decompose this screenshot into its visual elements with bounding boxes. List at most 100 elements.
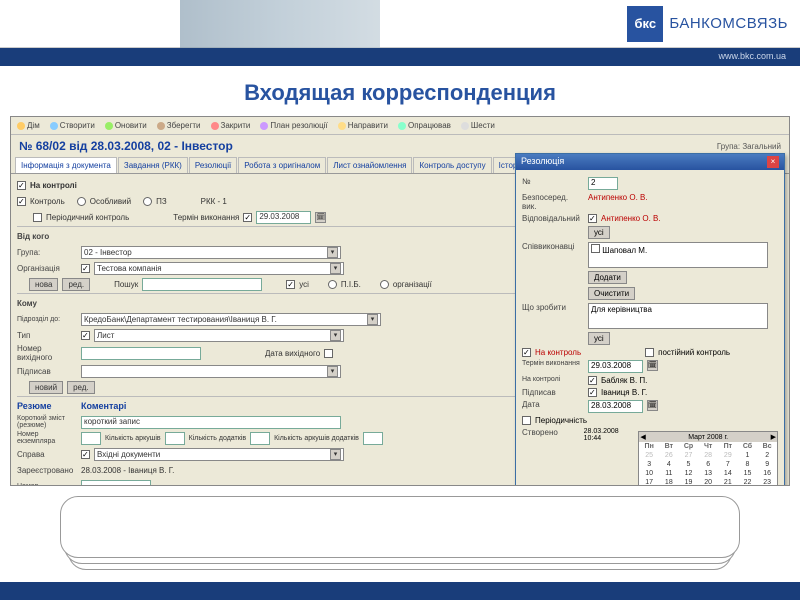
val-stvoreno: 28.03.2008 10:44	[584, 428, 635, 442]
lbl-pib: П.І.Б.	[341, 280, 361, 289]
dd-pidrozdily[interactable]: КредоБанк\Департамент тестирования\Івани…	[81, 313, 381, 326]
chk-periodic[interactable]	[33, 213, 42, 222]
tab-info[interactable]: Інформація з документа	[15, 157, 117, 173]
tool-six[interactable]: Шести	[461, 121, 495, 130]
cal-next[interactable]: ▶	[771, 433, 776, 441]
dlbl-no: №	[522, 177, 584, 186]
btn-usi2[interactable]: усі	[588, 332, 610, 345]
dlbl-vidp: Відповідальний	[522, 214, 584, 223]
chk-data-vyh[interactable]	[324, 349, 333, 358]
lbl-zareestr: Зареєстровано	[17, 466, 77, 475]
lbl-nomer-vyh: Номер вихідного	[17, 344, 77, 362]
tool-create[interactable]: Створити	[50, 121, 95, 130]
chk-na-kontrol[interactable]	[522, 348, 531, 357]
calendar[interactable]: ◀Март 2008 г.▶ ПнВтСрЧтПтСбВс 2526272829…	[638, 431, 778, 486]
inp-nomer-eks[interactable]	[81, 432, 101, 445]
dlbl-spiv: Співвиконавці	[522, 242, 584, 251]
dd-organizacia[interactable]: Тестова компанія▾	[94, 262, 344, 275]
chk-termin[interactable]	[243, 213, 252, 222]
inp-kil-ark-dod[interactable]	[363, 432, 383, 445]
dialog-titlebar: Резолюція ×	[516, 154, 784, 170]
page-title: Входящая корреспонденция	[0, 66, 800, 116]
doc-group: Група: Загальний	[717, 142, 781, 151]
inp-termin-date[interactable]: 29.03.2008	[256, 211, 311, 224]
cal-icon2[interactable]: 🗓	[647, 400, 658, 411]
chk-usi[interactable]	[286, 280, 295, 289]
btn-nova[interactable]: нова	[29, 278, 58, 291]
sect-rezume: Резюме	[17, 399, 77, 413]
chk-typ[interactable]	[81, 331, 90, 340]
chk-kontrol[interactable]	[17, 197, 26, 206]
inp-korotkyj[interactable]: короткий запис	[81, 416, 341, 429]
chevron-down-icon: ▾	[327, 366, 338, 377]
dd-grupa[interactable]: 02 - Інвестор▾	[81, 246, 341, 259]
cal-prev[interactable]: ◀	[640, 433, 645, 441]
btn-novyj[interactable]: новий	[29, 381, 63, 394]
tab-resolutions[interactable]: Резолюції	[189, 157, 237, 173]
dd-pidpysav[interactable]: ▾	[81, 365, 341, 378]
chevron-down-icon: ▾	[330, 263, 341, 274]
lbl-pidrozdily: Підрозділ до:	[17, 316, 77, 323]
dlbl-scho: Що зробити	[522, 303, 584, 312]
radio-osoblyvyj[interactable]	[77, 197, 86, 206]
date-picker-icon[interactable]: 🗓	[315, 212, 326, 223]
chk-pid[interactable]	[588, 388, 597, 397]
lbl-poshuk: Пошук	[114, 280, 138, 289]
lbl-postijnyj: постійний контроль	[658, 348, 730, 357]
dialog-close-button[interactable]: ×	[767, 156, 779, 168]
dlbl-termin: Термін виконання	[522, 360, 584, 367]
inp-poshuk[interactable]	[142, 278, 262, 291]
tab-tasks[interactable]: Завдання (РКК)	[118, 157, 188, 173]
dd-sprava[interactable]: Вхідні документи▾	[94, 448, 344, 461]
txt-spiv[interactable]: Шаповал М.	[588, 242, 768, 268]
chk-period[interactable]	[522, 416, 531, 425]
btn-usi1[interactable]: усі	[588, 226, 610, 239]
tab-original[interactable]: Робота з оригіналом	[238, 157, 326, 173]
paper-stack	[60, 496, 740, 574]
inp-nomer[interactable]	[81, 480, 151, 487]
btn-red[interactable]: ред.	[62, 278, 90, 291]
inp-data[interactable]: 28.03.2008	[588, 400, 643, 413]
cal-icon[interactable]: 🗓	[647, 360, 658, 371]
dd-typ[interactable]: Лист▾	[94, 329, 344, 342]
tab-access[interactable]: Контроль доступу	[413, 157, 491, 173]
chk-shapoval[interactable]	[591, 244, 600, 253]
chk-nak[interactable]	[588, 376, 597, 385]
inp-kil-dod[interactable]	[250, 432, 270, 445]
chk-vidp[interactable]	[588, 214, 597, 223]
inp-no[interactable]: 2	[588, 177, 618, 190]
radio-pib[interactable]	[328, 280, 337, 289]
btn-red2[interactable]: ред.	[67, 381, 95, 394]
tool-close[interactable]: Закрити	[211, 121, 251, 130]
cal-month: Март 2008 г.	[688, 434, 728, 441]
radio-org[interactable]	[380, 280, 389, 289]
inp-nomer-vyh[interactable]	[81, 347, 201, 360]
txt-scho[interactable]: Для керівництва	[588, 303, 768, 329]
val-vidp: Антипенко О. В.	[601, 214, 661, 223]
tool-save[interactable]: Зберегти	[157, 121, 201, 130]
inp-kil-ark[interactable]	[165, 432, 185, 445]
inp-termin[interactable]: 29.03.2008	[588, 360, 643, 373]
lbl-na-kontrol: На контроль	[535, 348, 581, 357]
lbl-kontrol: Контроль	[30, 197, 65, 206]
tool-processed[interactable]: Опрацював	[398, 121, 451, 130]
chk-na-kontroli[interactable]	[17, 181, 26, 190]
lbl-periodic: Періодичний контроль	[46, 213, 129, 222]
btn-ochystyty[interactable]: Очистити	[588, 287, 635, 300]
tool-plan[interactable]: План резолюції	[260, 121, 327, 130]
resolution-dialog: Резолюція × №2 Безпосеред. вик.Антипенко…	[515, 153, 785, 486]
tab-acquaint[interactable]: Лист ознайомлення	[327, 157, 412, 173]
tool-refresh[interactable]: Оновити	[105, 121, 147, 130]
chevron-down-icon: ▾	[330, 449, 341, 460]
btn-dodaty[interactable]: Додати	[588, 271, 627, 284]
sect-komentari: Коментарі	[81, 399, 126, 413]
chk-sprava[interactable]	[81, 450, 90, 459]
lbl-na-kontroli: На контролі	[30, 181, 77, 190]
radio-pz[interactable]	[143, 197, 152, 206]
tool-home[interactable]: Дім	[17, 121, 40, 130]
header-photo	[180, 0, 380, 48]
chk-postijnyj[interactable]	[645, 348, 654, 357]
chk-org[interactable]	[81, 264, 90, 273]
tool-send[interactable]: Направити	[338, 121, 388, 130]
lbl-kil-ark: Кількість аркушів	[105, 435, 161, 442]
